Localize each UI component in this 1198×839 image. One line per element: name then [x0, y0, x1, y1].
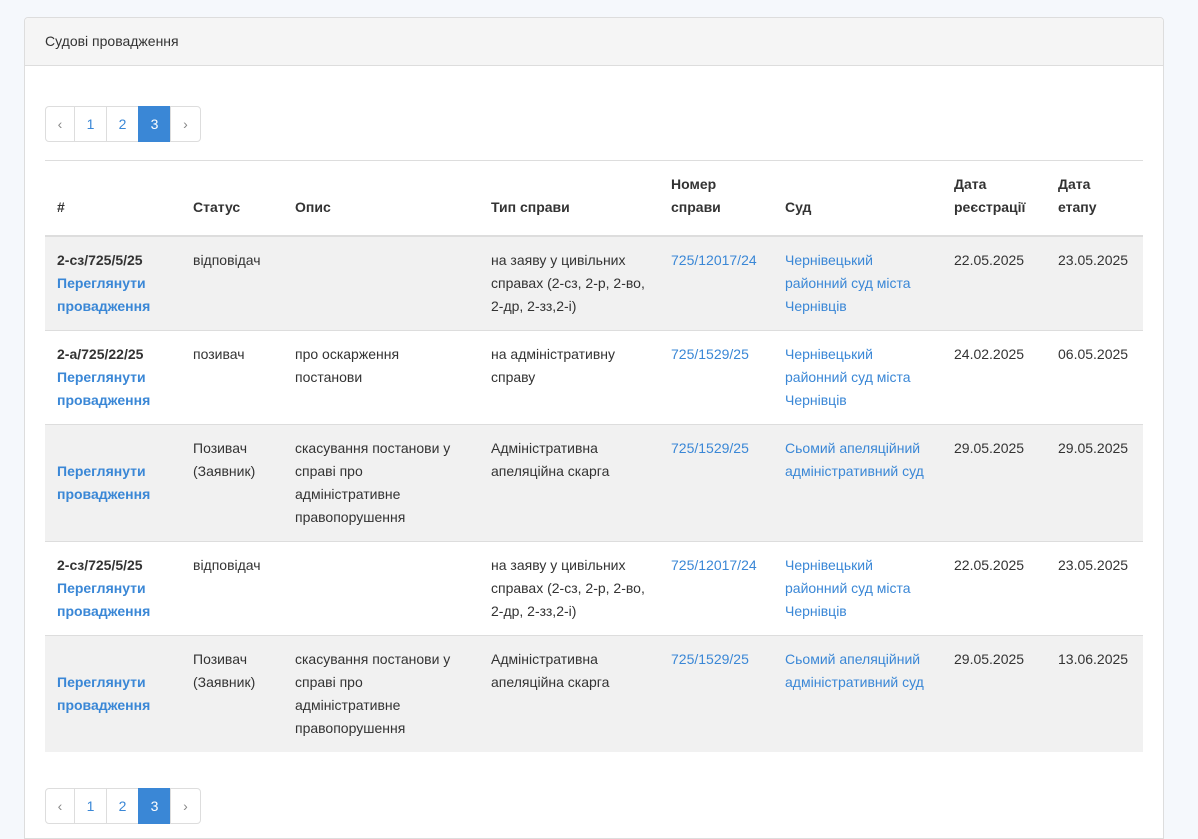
- cell-court: Сьомий апеляційний адміністративний суд: [773, 424, 942, 542]
- cell-status: позивач: [181, 330, 283, 425]
- cell-reg-date: 22.05.2025: [942, 235, 1046, 331]
- cell-status: відповідач: [181, 541, 283, 636]
- cell-status: Позивач (Заявник): [181, 424, 283, 542]
- pagination-bottom: ‹ 1 2 3 ›: [45, 788, 1143, 824]
- panel-body: ‹ 1 2 3 › # Статус Опис Тип справи Номер…: [25, 66, 1163, 824]
- proceeding-number: 2-сз/725/5/25: [57, 252, 143, 268]
- pagination-page-2[interactable]: 2: [106, 106, 139, 142]
- pagination-page-3[interactable]: 3: [138, 106, 171, 142]
- cell-type: Адміністративна апеляційна скарга: [479, 424, 659, 542]
- cell-type: на адміністративну справу: [479, 330, 659, 425]
- view-proceeding-link[interactable]: Переглянути провадження: [57, 366, 169, 412]
- cell-reg-date: 22.05.2025: [942, 541, 1046, 636]
- proceeding-number: 2-сз/725/5/25: [57, 557, 143, 573]
- cell-status: Позивач (Заявник): [181, 635, 283, 752]
- cell-type: Адміністративна апеляційна скарга: [479, 635, 659, 752]
- table-row: 2-сз/725/5/25 Переглянути провадження ві…: [45, 541, 1143, 636]
- court-link[interactable]: Сьомий апеляційний адміністративний суд: [785, 651, 924, 690]
- cell-num: 2-сз/725/5/25 Переглянути провадження: [45, 541, 181, 636]
- view-proceeding-link[interactable]: Переглянути провадження: [57, 671, 169, 717]
- cell-case-number: 725/1529/25: [659, 330, 773, 425]
- cell-case-number: 725/12017/24: [659, 541, 773, 636]
- cell-court: Чернівецький районний суд міста Чернівці…: [773, 541, 942, 636]
- cell-reg-date: 29.05.2025: [942, 635, 1046, 752]
- col-header-case-number: Номер справи: [659, 160, 773, 237]
- proceedings-table: # Статус Опис Тип справи Номер справи Су…: [45, 160, 1143, 752]
- cell-stage-date: 23.05.2025: [1046, 235, 1143, 331]
- proceeding-number: 2-а/725/22/25: [57, 346, 144, 362]
- cell-court: Чернівецький районний суд міста Чернівці…: [773, 235, 942, 331]
- pagination-prev-button[interactable]: ‹: [45, 788, 75, 824]
- table-row: 2-а/725/22/25 Переглянути провадження по…: [45, 330, 1143, 425]
- col-header-reg-date: Дата реєстрації: [942, 160, 1046, 237]
- cell-num: Переглянути провадження: [45, 635, 181, 752]
- court-link[interactable]: Чернівецький районний суд міста Чернівці…: [785, 252, 911, 314]
- pagination-page-3[interactable]: 3: [138, 788, 171, 824]
- panel-title: Судові провадження: [25, 18, 1163, 66]
- cell-desc: [283, 235, 479, 331]
- table-row: Переглянути провадження Позивач (Заявник…: [45, 424, 1143, 542]
- cell-court: Сьомий апеляційний адміністративний суд: [773, 635, 942, 752]
- col-header-court: Суд: [773, 160, 942, 237]
- col-header-type: Тип справи: [479, 160, 659, 237]
- pagination-prev-button[interactable]: ‹: [45, 106, 75, 142]
- court-proceedings-panel: Судові провадження ‹ 1 2 3 › # Статус Оп…: [24, 17, 1164, 839]
- court-link[interactable]: Чернівецький районний суд міста Чернівці…: [785, 557, 911, 619]
- cell-num: 2-а/725/22/25 Переглянути провадження: [45, 330, 181, 425]
- cell-stage-date: 29.05.2025: [1046, 424, 1143, 542]
- col-header-stage-date: Дата етапу: [1046, 160, 1143, 237]
- col-header-num: #: [45, 160, 181, 237]
- pagination-next-button[interactable]: ›: [170, 106, 201, 142]
- cell-stage-date: 06.05.2025: [1046, 330, 1143, 425]
- cell-case-number: 725/12017/24: [659, 235, 773, 331]
- cell-status: відповідач: [181, 235, 283, 331]
- cell-court: Чернівецький районний суд міста Чернівці…: [773, 330, 942, 425]
- case-number-link[interactable]: 725/1529/25: [671, 346, 749, 362]
- pagination-page-2[interactable]: 2: [106, 788, 139, 824]
- pagination-top: ‹ 1 2 3 ›: [45, 106, 1143, 142]
- cell-desc: про оскарження постанови: [283, 330, 479, 425]
- cell-case-number: 725/1529/25: [659, 424, 773, 542]
- court-link[interactable]: Сьомий апеляційний адміністративний суд: [785, 440, 924, 479]
- cell-desc: скасування постанови у справі про адміні…: [283, 635, 479, 752]
- cell-stage-date: 13.06.2025: [1046, 635, 1143, 752]
- pagination-page-1[interactable]: 1: [74, 788, 107, 824]
- cell-reg-date: 29.05.2025: [942, 424, 1046, 542]
- cell-stage-date: 23.05.2025: [1046, 541, 1143, 636]
- case-number-link[interactable]: 725/12017/24: [671, 557, 757, 573]
- cell-type: на заяву у цивільних справах (2-сз, 2-р,…: [479, 541, 659, 636]
- court-link[interactable]: Чернівецький районний суд міста Чернівці…: [785, 346, 911, 408]
- pagination-page-1[interactable]: 1: [74, 106, 107, 142]
- case-number-link[interactable]: 725/1529/25: [671, 440, 749, 456]
- view-proceeding-link[interactable]: Переглянути провадження: [57, 460, 169, 506]
- cell-reg-date: 24.02.2025: [942, 330, 1046, 425]
- view-proceeding-link[interactable]: Переглянути провадження: [57, 272, 169, 318]
- cell-desc: скасування постанови у справі про адміні…: [283, 424, 479, 542]
- case-number-link[interactable]: 725/12017/24: [671, 252, 757, 268]
- col-header-status: Статус: [181, 160, 283, 237]
- case-number-link[interactable]: 725/1529/25: [671, 651, 749, 667]
- table-row: Переглянути провадження Позивач (Заявник…: [45, 635, 1143, 752]
- cell-num: 2-сз/725/5/25 Переглянути провадження: [45, 235, 181, 331]
- cell-num: Переглянути провадження: [45, 424, 181, 542]
- pagination-next-button[interactable]: ›: [170, 788, 201, 824]
- table-header-row: # Статус Опис Тип справи Номер справи Су…: [45, 160, 1143, 237]
- view-proceeding-link[interactable]: Переглянути провадження: [57, 577, 169, 623]
- col-header-desc: Опис: [283, 160, 479, 237]
- cell-case-number: 725/1529/25: [659, 635, 773, 752]
- table-row: 2-сз/725/5/25 Переглянути провадження ві…: [45, 235, 1143, 331]
- cell-type: на заяву у цивільних справах (2-сз, 2-р,…: [479, 235, 659, 331]
- cell-desc: [283, 541, 479, 636]
